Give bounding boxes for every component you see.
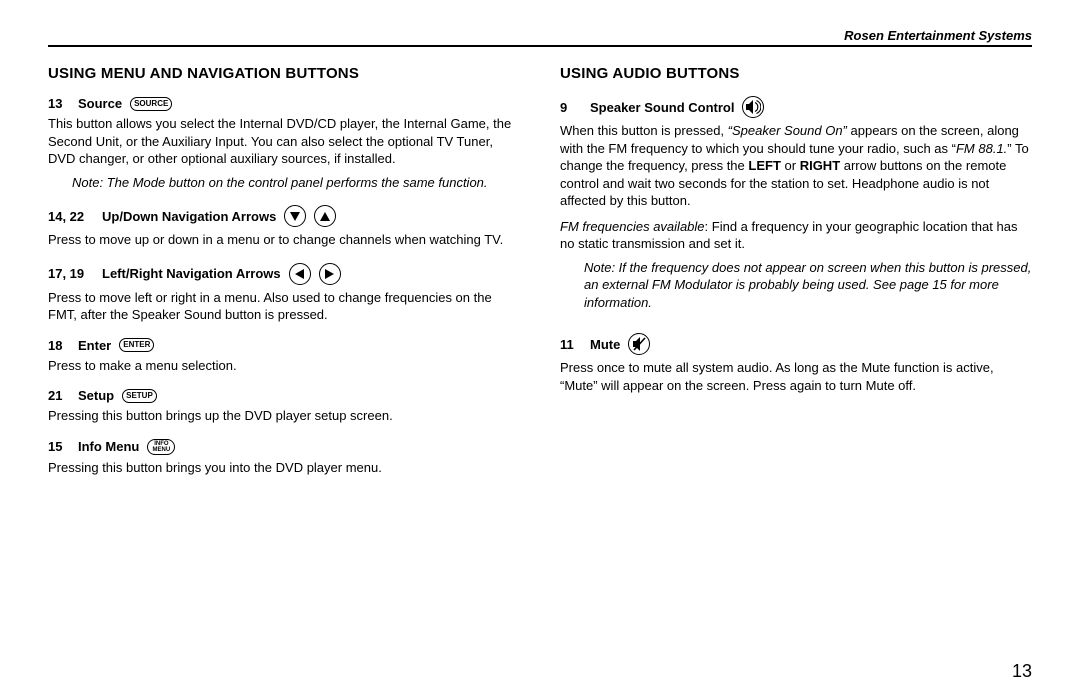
speaker-icon (742, 96, 764, 118)
item-number: 11 (560, 337, 582, 352)
nav-down-icon (284, 205, 306, 227)
item-title: Enter (78, 338, 111, 353)
item-head-source: 13 Source SOURCE (48, 96, 520, 111)
item-title: Up/Down Navigation Arrows (102, 209, 276, 224)
item-head-mute: 11 Mute (560, 333, 1032, 355)
item-body: Press to move up or down in a menu or to… (48, 231, 520, 249)
item-body: This button allows you select the Intern… (48, 115, 520, 168)
info-menu-button-icon: INFO MENU (147, 439, 175, 455)
item-head-leftright: 17, 19 Left/Right Navigation Arrows (48, 263, 520, 285)
enter-button-icon: ENTER (119, 338, 154, 352)
text-italic: “Speaker Sound On” (728, 123, 847, 138)
item-number: 9 (560, 100, 582, 115)
item-body: Pressing this button brings up the DVD p… (48, 407, 520, 425)
text-fragment: or (781, 158, 800, 173)
nav-left-icon (289, 263, 311, 285)
header-rule (48, 45, 1032, 47)
menu-label: MENU (153, 447, 171, 453)
text-fragment: When this button is pressed, (560, 123, 728, 138)
nav-up-icon (314, 205, 336, 227)
item-head-setup: 21 Setup SETUP (48, 388, 520, 403)
item-body: Press once to mute all system audio. As … (560, 359, 1032, 394)
page-number: 13 (1012, 661, 1032, 682)
item-number: 18 (48, 338, 70, 353)
content-columns: USING MENU AND NAVIGATION BUTTONS 13 Sou… (48, 59, 1032, 482)
item-title: Setup (78, 388, 114, 403)
text-bold: RIGHT (800, 158, 840, 173)
source-button-icon: SOURCE (130, 97, 172, 111)
mute-icon (628, 333, 650, 355)
document-page: Rosen Entertainment Systems USING MENU A… (0, 0, 1080, 698)
item-head-updown: 14, 22 Up/Down Navigation Arrows (48, 205, 520, 227)
item-title: Left/Right Navigation Arrows (102, 266, 281, 281)
item-title: Speaker Sound Control (590, 100, 734, 115)
item-title: Source (78, 96, 122, 111)
item-head-speaker: 9 Speaker Sound Control (560, 96, 1032, 118)
item-body: Press to move left or right in a menu. A… (48, 289, 520, 324)
setup-button-icon: SETUP (122, 389, 157, 403)
item-note-fm: FM frequencies available: Find a frequen… (560, 218, 1032, 253)
item-head-info-menu: 15 Info Menu INFO MENU (48, 439, 520, 455)
item-head-enter: 18 Enter ENTER (48, 338, 520, 353)
text-italic: FM frequencies available (560, 219, 705, 234)
item-title: Info Menu (78, 439, 139, 454)
right-column: USING AUDIO BUTTONS 9 Speaker Sound Cont… (560, 59, 1032, 482)
section-heading-menu-nav: USING MENU AND NAVIGATION BUTTONS (48, 65, 520, 82)
left-column: USING MENU AND NAVIGATION BUTTONS 13 Sou… (48, 59, 520, 482)
nav-right-icon (319, 263, 341, 285)
item-number: 14, 22 (48, 209, 94, 224)
text-italic: FM 88.1. (956, 141, 1007, 156)
text-bold: LEFT (748, 158, 781, 173)
section-heading-audio: USING AUDIO BUTTONS (560, 65, 1032, 82)
item-number: 17, 19 (48, 266, 94, 281)
item-note: Note: The Mode button on the control pan… (72, 174, 520, 192)
item-body-speaker: When this button is pressed, “Speaker So… (560, 122, 1032, 210)
item-body: Pressing this button brings you into the… (48, 459, 520, 477)
item-number: 13 (48, 96, 70, 111)
item-number: 21 (48, 388, 70, 403)
item-body: Press to make a menu selection. (48, 357, 520, 375)
brand-header: Rosen Entertainment Systems (48, 28, 1032, 43)
item-note-modulator: Note: If the frequency does not appear o… (584, 259, 1032, 312)
item-number: 15 (48, 439, 70, 454)
item-title: Mute (590, 337, 620, 352)
